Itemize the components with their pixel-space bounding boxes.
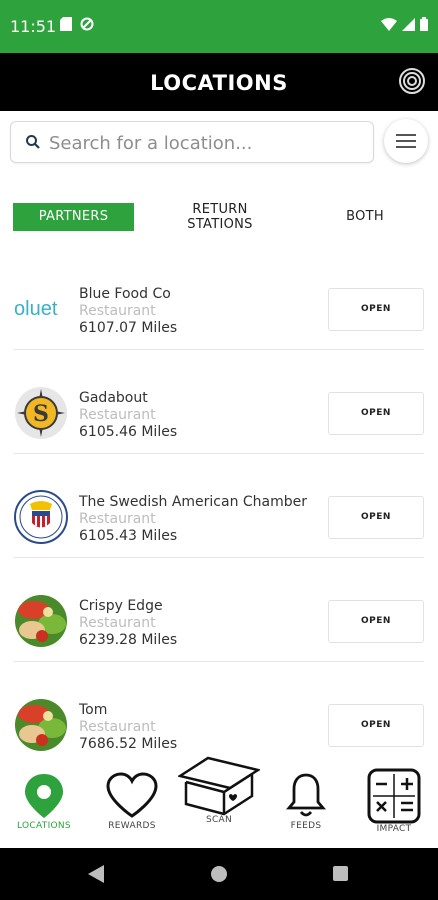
menu-button[interactable] xyxy=(384,119,428,163)
location-type: Restaurant xyxy=(79,511,156,527)
open-button[interactable]: OPEN xyxy=(328,288,424,331)
data-saver-icon xyxy=(80,17,94,31)
divider xyxy=(14,349,424,350)
open-button[interactable]: OPEN xyxy=(328,496,424,539)
open-button[interactable]: OPEN xyxy=(328,600,424,643)
tab-partners[interactable]: PARTNERS xyxy=(13,203,134,231)
tab-return-stations-line-1: RETURN xyxy=(192,202,248,217)
location-distance: 6105.43 Miles xyxy=(79,528,178,544)
nav-label: FEEDS xyxy=(290,821,322,831)
calculator-icon xyxy=(367,768,421,824)
location-pin-icon xyxy=(25,774,63,818)
oluet-logo: oluet xyxy=(14,298,58,320)
back-triangle-icon[interactable] xyxy=(88,865,104,883)
divider xyxy=(14,453,424,454)
tab-both[interactable]: BOTH xyxy=(330,209,400,224)
battery-icon xyxy=(420,17,428,31)
location-type: Restaurant xyxy=(79,615,156,631)
status-time: 11:51 xyxy=(10,17,57,36)
location-item-crispy-edge[interactable]: Crispy Edge Restaurant 6239.28 Miles OPE… xyxy=(0,574,438,678)
location-name: The Swedish American Chamber xyxy=(79,494,308,510)
location-type: Restaurant xyxy=(79,407,156,423)
location-item-blue-food-co[interactable]: oluet Blue Food Co Restaurant 6107.07 Mi… xyxy=(0,262,438,366)
container-box-icon xyxy=(178,756,260,816)
nav-locations[interactable]: LOCATIONS xyxy=(4,762,84,848)
location-name: Gadabout xyxy=(79,390,148,406)
hamburger-menu-icon xyxy=(396,134,416,148)
nav-impact[interactable]: IMPACT xyxy=(354,762,434,848)
app-header: LOCATIONS xyxy=(0,53,438,111)
divider xyxy=(14,661,424,662)
status-system-icons xyxy=(381,17,428,31)
nav-label: LOCATIONS xyxy=(17,821,71,831)
salad-food-photo xyxy=(15,595,67,647)
signal-icon xyxy=(402,17,415,31)
home-circle-icon[interactable] xyxy=(211,866,227,882)
settings-button[interactable] xyxy=(398,67,426,95)
nav-rewards[interactable]: REWARDS xyxy=(92,762,172,848)
salad-food-photo xyxy=(15,699,67,751)
nav-scan[interactable]: SCAN xyxy=(178,756,260,848)
location-name: Blue Food Co xyxy=(79,286,171,302)
heart-icon xyxy=(106,772,158,818)
settings-target-icon xyxy=(399,68,425,94)
wifi-icon xyxy=(381,17,397,31)
location-distance: 6107.07 Miles xyxy=(79,320,178,336)
location-item-swedish-american-chamber[interactable]: The Swedish American Chamber Restaurant … xyxy=(0,470,438,574)
tab-return-stations[interactable]: RETURN STATIONS xyxy=(170,202,270,232)
search-box[interactable] xyxy=(10,121,374,163)
divider xyxy=(14,557,424,558)
open-button[interactable]: OPEN xyxy=(328,704,424,747)
location-type: Restaurant xyxy=(79,303,156,319)
tab-return-stations-line-2: STATIONS xyxy=(187,217,253,232)
svg-text:oluet: oluet xyxy=(14,298,58,320)
open-button[interactable]: OPEN xyxy=(328,392,424,435)
nav-feeds[interactable]: FEEDS xyxy=(266,762,346,848)
nav-label: SCAN xyxy=(205,815,233,825)
location-distance: 6105.46 Miles xyxy=(79,424,178,440)
tab-return-stations-label: RETURN STATIONS xyxy=(170,202,270,232)
location-item-gadabout[interactable]: S Gadabout Restaurant 6105.46 Miles OPEN xyxy=(0,366,438,470)
search-input[interactable] xyxy=(49,130,359,156)
nav-label: REWARDS xyxy=(108,821,156,831)
page-title: LOCATIONS xyxy=(150,71,288,95)
location-name: Tom xyxy=(79,702,108,718)
recents-square-icon[interactable] xyxy=(333,866,348,881)
location-type: Restaurant xyxy=(79,719,156,735)
chamber-seal-logo xyxy=(14,490,68,544)
bell-icon xyxy=(286,773,326,817)
bottom-navigation: LOCATIONS REWARDS SCAN FEEDS IMPACT xyxy=(0,756,438,848)
gadabout-logo: S xyxy=(15,387,67,439)
svg-text:S: S xyxy=(33,401,49,427)
location-distance: 6239.28 Miles xyxy=(79,632,178,648)
search-icon xyxy=(26,135,40,149)
status-notification-icons xyxy=(60,17,94,31)
system-navigation-bar xyxy=(0,848,438,900)
sd-card-icon xyxy=(60,17,72,31)
status-bar: 11:51 xyxy=(0,0,438,53)
location-name: Crispy Edge xyxy=(79,598,163,614)
location-distance: 7686.52 Miles xyxy=(79,736,178,752)
nav-label: IMPACT xyxy=(376,824,412,834)
